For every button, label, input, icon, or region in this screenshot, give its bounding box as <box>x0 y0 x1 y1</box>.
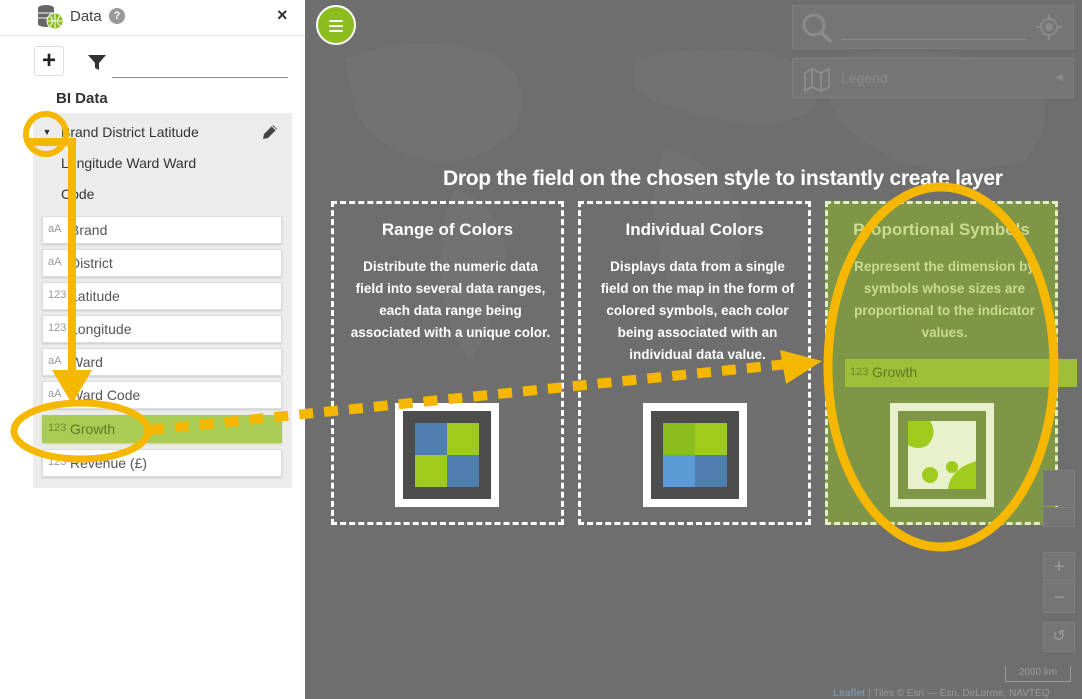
field-item-longitude[interactable]: 123 Longitude <box>42 315 282 343</box>
help-icon[interactable]: ? <box>109 8 125 24</box>
hierarchy-line: Code <box>61 186 95 202</box>
style-card-description: Represent the dimension by symbols whose… <box>854 259 1035 340</box>
field-label: Latitude <box>70 288 120 304</box>
range-of-colors-icon <box>395 403 499 507</box>
style-card-title: Range of Colors <box>381 220 514 239</box>
field-item-growth[interactable]: 123 Growth <box>42 415 282 443</box>
legend-label: Legend <box>841 70 888 86</box>
map-control-button[interactable] <box>1043 470 1075 506</box>
main-menu-button[interactable] <box>316 5 356 45</box>
style-card-title: Proportional Symbols <box>853 220 1030 239</box>
map-control-button[interactable] <box>1043 507 1075 527</box>
map-attribution: Leaflet | Tiles © Esri — Esri, DeLorme, … <box>833 688 1050 699</box>
attribution-text: | Tiles © Esri — Esri, DeLorme, NAVTEQ <box>865 688 1050 699</box>
bi-data-section-title: BI Data <box>56 90 108 107</box>
filter-icon[interactable] <box>88 55 106 71</box>
field-label: Ward <box>70 354 103 370</box>
database-globe-icon <box>38 5 64 30</box>
individual-colors-icon <box>643 403 747 507</box>
field-type: 123 <box>850 366 869 378</box>
hierarchy-line: Brand District Latitude <box>61 124 199 140</box>
sidebar-title: Data <box>70 8 102 25</box>
field-type: aA <box>48 355 62 367</box>
field-item-revenue[interactable]: 123 Revenue (£) <box>42 449 282 477</box>
zoom-in-button[interactable]: + <box>1043 552 1075 582</box>
field-type: 123 <box>48 422 67 434</box>
reset-view-button[interactable]: ↺ <box>1043 622 1075 652</box>
locate-icon[interactable] <box>1036 14 1062 40</box>
field-label: District <box>70 255 113 271</box>
collapse-hierarchy-icon[interactable]: ▼ <box>40 125 54 139</box>
data-sidebar: Data ? × + BI Data ▼ Brand District Lati… <box>0 0 305 699</box>
drop-instruction: Drop the field on the chosen style to in… <box>443 167 1003 190</box>
add-data-button[interactable]: + <box>34 46 64 76</box>
dropped-field-growth[interactable]: 123 Growth <box>845 359 1077 387</box>
search-icon[interactable] <box>801 12 833 44</box>
field-type: aA <box>48 256 62 268</box>
sidebar-header: Data ? × <box>0 0 305 36</box>
field-type: 123 <box>48 322 67 334</box>
leaflet-link[interactable]: Leaflet <box>833 688 865 699</box>
style-card-description: Distribute the numeric data field into s… <box>350 259 551 340</box>
field-type: aA <box>48 223 62 235</box>
close-icon[interactable]: × <box>277 5 288 26</box>
field-label: Longitude <box>70 321 132 337</box>
field-label: Growth <box>872 364 918 380</box>
legend-panel[interactable]: Legend ◀ <box>792 58 1074 98</box>
field-item-ward-code[interactable]: aA Ward Code <box>42 381 282 409</box>
hierarchy-line: Longitude Ward Ward <box>61 155 197 171</box>
field-type: 123 <box>48 456 67 468</box>
field-item-latitude[interactable]: 123 Latitude <box>42 282 282 310</box>
field-label: Brand <box>70 222 108 238</box>
style-card-description: Displays data from a single field on the… <box>600 259 795 362</box>
field-label: Growth <box>70 421 116 437</box>
pencil-icon[interactable] <box>260 122 280 142</box>
search-input[interactable] <box>841 18 1027 40</box>
zoom-out-button[interactable]: − <box>1043 583 1075 613</box>
style-card-title: Individual Colors <box>625 220 764 239</box>
map-scale-bar: 2000 km <box>1005 666 1071 682</box>
field-item-district[interactable]: aA District <box>42 249 282 277</box>
proportional-symbols-icon <box>890 403 994 507</box>
filter-input[interactable] <box>112 52 288 78</box>
field-item-ward[interactable]: aA Ward <box>42 348 282 376</box>
field-label: Revenue (£) <box>70 455 148 471</box>
field-label: Ward Code <box>70 387 141 403</box>
map-legend-icon <box>804 67 830 93</box>
field-type: aA <box>48 388 62 400</box>
chevron-left-icon[interactable]: ◀ <box>1055 72 1063 83</box>
field-type: 123 <box>48 289 67 301</box>
field-item-brand[interactable]: aA Brand <box>42 216 282 244</box>
search-panel <box>792 5 1074 49</box>
